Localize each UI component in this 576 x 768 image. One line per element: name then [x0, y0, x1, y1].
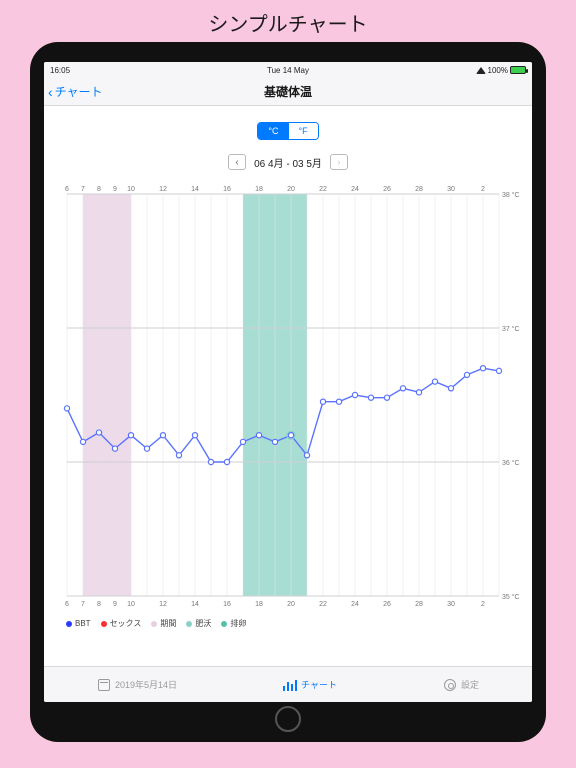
legend-sex: セックス: [101, 618, 142, 629]
svg-text:14: 14: [191, 186, 199, 193]
svg-text:20: 20: [287, 601, 295, 608]
svg-text:22: 22: [319, 186, 327, 193]
svg-text:6: 6: [65, 601, 69, 608]
tab-chart[interactable]: チャート: [283, 678, 337, 692]
calendar-icon: [97, 678, 111, 692]
svg-text:8: 8: [97, 601, 101, 608]
svg-text:12: 12: [159, 186, 167, 193]
chevron-left-icon: ‹: [235, 157, 238, 168]
chart-svg: 6789101214161820222426283026789101214161…: [53, 180, 523, 614]
legend-dot-sex: [101, 621, 107, 627]
legend-label: 肥沃: [195, 618, 211, 629]
unit-toggle[interactable]: °C °F: [257, 122, 318, 140]
range-label: 06 4月 - 03 5月: [254, 155, 322, 170]
legend-bbt: BBT: [66, 618, 91, 629]
svg-text:37 °C: 37 °C: [502, 325, 520, 333]
battery-icon: [510, 66, 526, 74]
date-range-picker: ‹ 06 4月 - 03 5月 ›: [228, 154, 348, 170]
legend-dot-bbt: [66, 621, 72, 627]
legend-label: 期間: [160, 618, 176, 629]
svg-text:2: 2: [481, 186, 485, 193]
tab-label: 設定: [461, 678, 479, 691]
legend: BBT セックス 期間 肥沃 排卵: [56, 614, 246, 629]
nav-bar: ‹ チャート 基礎体温: [44, 78, 532, 106]
svg-text:6: 6: [65, 186, 69, 193]
legend-fertile: 肥沃: [186, 618, 211, 629]
svg-text:26: 26: [383, 601, 391, 608]
tab-label: 2019年5月14日: [115, 678, 177, 691]
svg-text:24: 24: [351, 186, 359, 193]
tab-today[interactable]: 2019年5月14日: [97, 678, 177, 692]
svg-text:35 °C: 35 °C: [502, 593, 520, 601]
svg-text:14: 14: [191, 601, 199, 608]
svg-text:30: 30: [447, 601, 455, 608]
svg-text:30: 30: [447, 186, 455, 193]
content: °C °F ‹ 06 4月 - 03 5月 › 6789101214161820…: [44, 106, 532, 666]
legend-label: BBT: [75, 619, 91, 628]
tab-settings[interactable]: 設定: [443, 678, 479, 692]
gear-icon: [443, 678, 457, 692]
svg-text:24: 24: [351, 601, 359, 608]
unit-celsius[interactable]: °C: [258, 123, 288, 139]
svg-text:9: 9: [113, 186, 117, 193]
unit-fahrenheit[interactable]: °F: [289, 123, 318, 139]
legend-label: セックス: [110, 618, 142, 629]
svg-text:26: 26: [383, 186, 391, 193]
svg-text:7: 7: [81, 601, 85, 608]
svg-text:7: 7: [81, 186, 85, 193]
legend-dot-period: [151, 621, 157, 627]
legend-dot-fertile: [186, 621, 192, 627]
legend-ovulation: 排卵: [221, 618, 246, 629]
legend-period: 期間: [151, 618, 176, 629]
svg-text:28: 28: [415, 186, 423, 193]
svg-text:2: 2: [481, 601, 485, 608]
svg-text:22: 22: [319, 601, 327, 608]
status-bar: 16:05 Tue 14 May 100%: [44, 62, 532, 78]
tab-bar: 2019年5月14日 チャート 設定: [44, 666, 532, 702]
svg-text:38 °C: 38 °C: [502, 191, 520, 199]
svg-text:18: 18: [255, 186, 263, 193]
svg-text:36 °C: 36 °C: [502, 459, 520, 467]
page-title: 基礎体温: [44, 83, 532, 100]
chevron-right-icon: ›: [337, 157, 340, 168]
svg-text:8: 8: [97, 186, 101, 193]
device-frame: 16:05 Tue 14 May 100% ‹ チャート 基礎体温 °C °F: [30, 42, 546, 742]
chart: 6789101214161820222426283026789101214161…: [53, 180, 523, 614]
screen: 16:05 Tue 14 May 100% ‹ チャート 基礎体温 °C °F: [44, 62, 532, 702]
statusbar-date: Tue 14 May: [44, 66, 532, 75]
tab-label: チャート: [301, 678, 337, 691]
svg-text:16: 16: [223, 186, 231, 193]
svg-text:16: 16: [223, 601, 231, 608]
svg-text:10: 10: [127, 186, 135, 193]
svg-text:9: 9: [113, 601, 117, 608]
svg-text:12: 12: [159, 601, 167, 608]
svg-text:18: 18: [255, 601, 263, 608]
svg-text:28: 28: [415, 601, 423, 608]
promo-title: シンプルチャート: [0, 8, 576, 37]
range-next-button[interactable]: ›: [330, 154, 348, 170]
svg-text:20: 20: [287, 186, 295, 193]
legend-dot-ovulation: [221, 621, 227, 627]
chart-icon: [283, 678, 297, 692]
range-prev-button[interactable]: ‹: [228, 154, 246, 170]
legend-label: 排卵: [230, 618, 246, 629]
svg-text:10: 10: [127, 601, 135, 608]
